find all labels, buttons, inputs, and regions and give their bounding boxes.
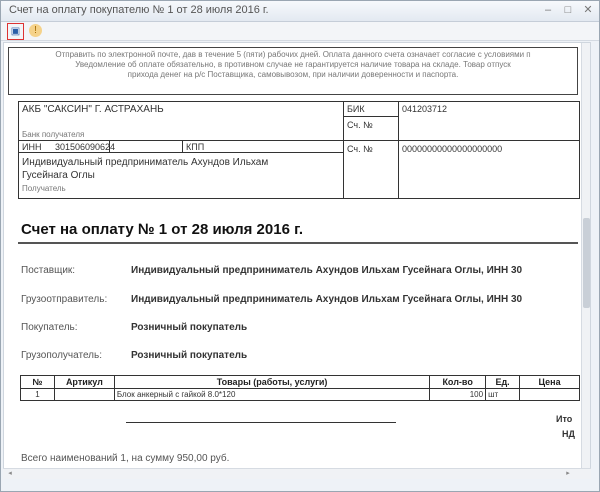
account-value: 00000000000000000000 (402, 144, 503, 154)
inn-value: 301506090624 (55, 142, 116, 152)
vertical-scrollbar[interactable] (581, 43, 590, 468)
consignee-value: Розничный покупатель (131, 350, 248, 361)
col-article-header: Артикул (53, 375, 115, 389)
row-qty: 100 (429, 388, 487, 401)
recipient-line-1: Индивидуальный предприниматель Ахундов И… (22, 157, 269, 168)
notice-line-1: Отправить по электронной почте, дав в те… (55, 50, 531, 59)
notice-line-2: Уведомление об оплате обязательно, в про… (75, 60, 511, 69)
items-table: № Артикул Товары (работы, услуги) Кол-во… (20, 375, 580, 401)
kpp-label: КПП (186, 142, 205, 152)
col-qty-header: Кол-во (429, 375, 487, 389)
total-label: Ито (556, 414, 573, 424)
col-unit-header: Ед. (485, 375, 521, 389)
recipient-label: Получатель (22, 184, 66, 193)
window-title: Счет на оплату покупателю № 1 от 28 июля… (9, 4, 269, 16)
inn-label: ИНН (22, 142, 42, 152)
bank-details-table: АКБ "САКСИН" Г. АСТРАХАНЬ Банк получател… (18, 101, 580, 199)
vat-label: НД (562, 429, 575, 439)
title-separator (18, 242, 578, 244)
table-row: 1 Блок анкерный с гайкой 8.0*120 100 шт (20, 388, 580, 401)
info-icon[interactable]: ! (29, 24, 42, 37)
invoice-window: Счет на оплату покупателю № 1 от 28 июля… (0, 0, 600, 492)
col-price-header: Цена (519, 375, 580, 389)
account-label-1: Сч. № (347, 120, 373, 130)
account-label-2: Сч. № (347, 144, 373, 154)
close-button[interactable]: ✕ (581, 3, 595, 17)
row-goods: Блок анкерный с гайкой 8.0*120 (113, 388, 431, 401)
invoice-title: Счет на оплату № 1 от 28 июля 2016 г. (21, 221, 304, 238)
bank-name: АКБ "САКСИН" Г. АСТРАХАНЬ (22, 104, 164, 115)
bik-label: БИК (347, 104, 365, 114)
recipient-line-2: Гусейнага Оглы (22, 170, 95, 181)
buyer-label: Покупатель: (21, 322, 78, 333)
row-article (53, 388, 115, 401)
horizontal-scrollbar[interactable]: ◂ ▸ (3, 468, 591, 479)
toolbar: ▣ ! (1, 22, 599, 41)
row-unit: шт (485, 388, 521, 401)
row-number: 1 (20, 388, 55, 401)
minimize-button[interactable]: – (541, 3, 555, 17)
title-bar: Счет на оплату покупателю № 1 от 28 июля… (1, 1, 599, 22)
scroll-left-icon[interactable]: ◂ (5, 469, 15, 479)
bik-value: 041203712 (402, 104, 448, 114)
items-header-row: № Артикул Товары (работы, услуги) Кол-во… (20, 375, 580, 389)
consignee-label: Грузополучатель: (21, 350, 103, 361)
notice-line-3: прихода денег на р/с Поставщика, самовыв… (127, 70, 459, 79)
col-number-header: № (20, 375, 55, 389)
print-icon[interactable]: ▣ (7, 23, 24, 40)
buyer-value: Розничный покупатель (131, 322, 248, 333)
total-line (126, 422, 396, 423)
shipper-label: Грузоотправитель: (21, 294, 108, 305)
supplier-value: Индивидуальный предприниматель Ахундов И… (131, 265, 523, 276)
document-area: Отправить по электронной почте, дав в те… (3, 42, 591, 469)
vertical-scroll-thumb[interactable] (583, 218, 590, 308)
bank-label: Банк получателя (22, 130, 85, 139)
row-price (519, 388, 580, 401)
col-goods-header: Товары (работы, услуги) (113, 375, 431, 389)
maximize-button[interactable]: □ (561, 3, 575, 17)
summary-text: Всего наименований 1, на сумму 950,00 ру… (21, 453, 230, 464)
supplier-label: Поставщик: (21, 265, 76, 276)
shipper-value: Индивидуальный предприниматель Ахундов И… (131, 294, 523, 305)
scroll-right-icon[interactable]: ▸ (563, 469, 573, 479)
payment-notice: Отправить по электронной почте, дав в те… (8, 47, 578, 95)
